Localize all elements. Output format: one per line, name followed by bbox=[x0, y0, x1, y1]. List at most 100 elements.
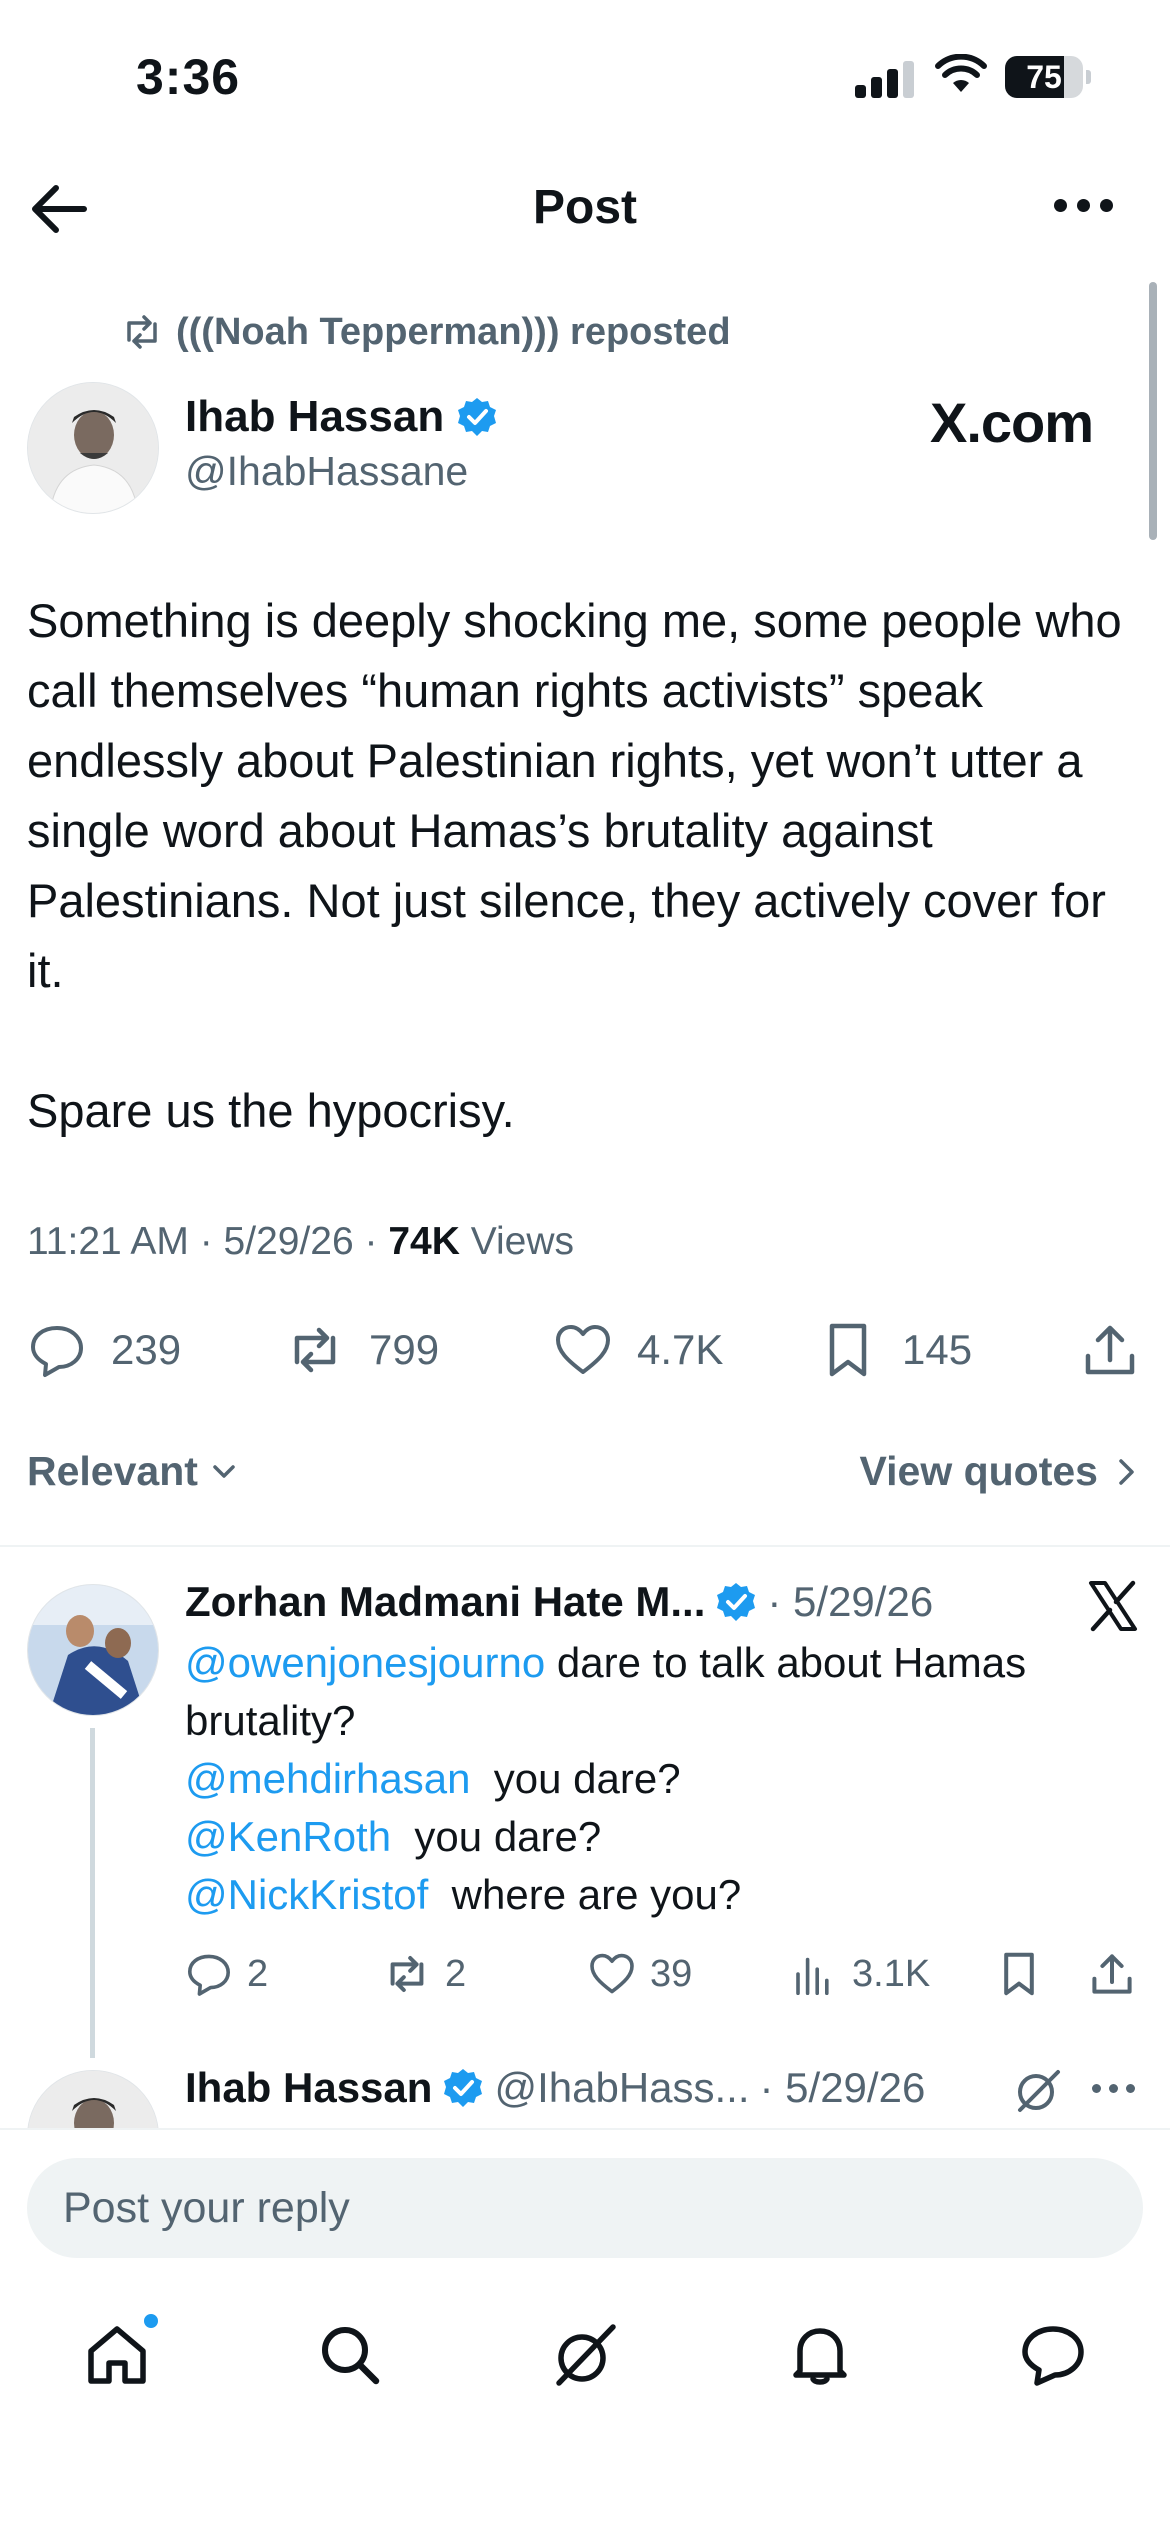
reply2-handle: @IhabHass... bbox=[494, 2064, 750, 2111]
search-icon bbox=[322, 2327, 380, 2385]
sort-label: Relevant bbox=[27, 1448, 198, 1494]
reply-author-avatar[interactable] bbox=[27, 1584, 159, 1716]
reply-button[interactable]: 239 bbox=[27, 1310, 181, 1390]
repost-button[interactable]: 799 bbox=[285, 1310, 439, 1390]
repost-icon bbox=[390, 1956, 424, 1992]
share-icon bbox=[1092, 1954, 1132, 1994]
verified-badge-icon bbox=[458, 398, 497, 436]
tab-notifications[interactable] bbox=[775, 2310, 865, 2400]
reply-views-count: 3.1K bbox=[852, 1952, 931, 1995]
sort-dropdown[interactable]: Relevant bbox=[27, 1448, 240, 1495]
top-nav-bar: Post bbox=[0, 150, 1170, 265]
repost-context-label: (((Noah Tepperman))) reposted bbox=[176, 310, 731, 353]
author-handle[interactable]: @IhabHassane bbox=[185, 448, 468, 495]
repost-count: 799 bbox=[369, 1326, 440, 1373]
mention-link[interactable]: @mehdirhasan bbox=[185, 1755, 470, 1802]
reply-repost-count: 2 bbox=[445, 1952, 467, 1995]
reply-views-button[interactable]: 3.1K bbox=[790, 1944, 930, 2004]
reply2-header[interactable]: Ihab Hassan @IhabHass... · 5/29/26 bbox=[185, 2064, 925, 2112]
bookmark-button[interactable]: 145 bbox=[818, 1310, 972, 1390]
tab-messages[interactable] bbox=[1008, 2310, 1098, 2400]
tab-grok[interactable] bbox=[540, 2310, 630, 2400]
reply-action-bar: 2 2 39 3.1K bbox=[0, 1944, 1170, 2004]
chat-icon bbox=[1022, 2326, 1084, 2386]
reply-line-text: you dare? bbox=[391, 1813, 602, 1860]
grok-icon bbox=[556, 2324, 616, 2386]
view-quotes-link[interactable]: View quotes bbox=[860, 1448, 1140, 1495]
verified-badge-icon bbox=[717, 1583, 756, 1621]
author-name-row[interactable]: Ihab Hassan bbox=[185, 392, 498, 442]
tab-search[interactable] bbox=[305, 2310, 395, 2400]
reply-date: · 5/29/26 bbox=[767, 1578, 934, 1625]
bookmark-icon bbox=[1004, 1952, 1034, 1996]
post-meta: 11:21 AM · 5/29/26 · 74K Views bbox=[27, 1220, 574, 1264]
avatar-image bbox=[28, 1585, 158, 1715]
reply-author-name[interactable]: Zorhan Madmani Hate M... bbox=[185, 1578, 705, 1626]
wifi-icon bbox=[935, 54, 987, 92]
reply-icon bbox=[188, 1954, 230, 1996]
reply-icon bbox=[31, 1326, 83, 1377]
like-button[interactable]: 4.7K bbox=[553, 1310, 723, 1390]
status-time: 3:36 bbox=[136, 49, 241, 105]
reply-count: 239 bbox=[111, 1326, 182, 1373]
status-bar: 3:36 75 bbox=[0, 0, 1170, 150]
reply-composer-input[interactable] bbox=[27, 2158, 1143, 2258]
home-icon bbox=[88, 2326, 146, 2384]
reply-line: @KenRoth you dare? bbox=[185, 1808, 1135, 1866]
reply-line: @NickKristof where are you? bbox=[185, 1866, 1135, 1924]
reply-line-text: you dare? bbox=[470, 1755, 681, 1802]
grok-icon[interactable] bbox=[1012, 2064, 1064, 2116]
reply-line: @owenjonesjourno dare to talk about Hama… bbox=[185, 1634, 1135, 1750]
reply-repost-button[interactable]: 2 bbox=[383, 1944, 466, 2004]
post-paragraph: Something is deeply shocking me, some pe… bbox=[27, 594, 1122, 997]
views-icon bbox=[796, 1957, 829, 1995]
repost-icon bbox=[127, 315, 157, 349]
more-options-icon[interactable] bbox=[1050, 194, 1118, 218]
chevron-right-icon bbox=[1119, 1458, 1134, 1485]
views-label: Views bbox=[459, 1220, 575, 1263]
repost-context[interactable]: (((Noah Tepperman))) reposted bbox=[120, 308, 731, 356]
divider bbox=[0, 1545, 1170, 1547]
reply2-date: · 5/29/26 bbox=[759, 2064, 926, 2111]
reply-bookmark-button[interactable] bbox=[995, 1944, 1043, 2004]
mention-link[interactable]: @KenRoth bbox=[185, 1813, 391, 1860]
post-timestamp: 11:21 AM · 5/29/26 · bbox=[27, 1220, 389, 1263]
reply-reply-button[interactable]: 2 bbox=[185, 1944, 268, 2004]
reply2-more-icon[interactable] bbox=[1090, 2082, 1140, 2096]
post-detail-screen: 3:36 75 Post (((Noah Tepperman))) repost… bbox=[0, 0, 1170, 2532]
author-name[interactable]: Ihab Hassan bbox=[185, 392, 444, 442]
page-title: Post bbox=[532, 181, 637, 234]
view-quotes-label: View quotes bbox=[859, 1448, 1098, 1494]
x-logo-icon bbox=[1089, 1580, 1137, 1632]
share-button[interactable] bbox=[1080, 1310, 1140, 1390]
post-action-bar: 239 799 4.7K 145 bbox=[0, 1310, 1170, 1390]
battery-icon: 75 bbox=[1005, 56, 1091, 98]
reply-share-button[interactable] bbox=[1088, 1944, 1136, 2004]
mention-link[interactable]: @owenjonesjourno bbox=[185, 1639, 545, 1686]
avatar-image bbox=[28, 383, 158, 513]
scrollbar[interactable] bbox=[1149, 282, 1157, 540]
reply-text: @owenjonesjourno dare to talk about Hama… bbox=[185, 1634, 1135, 1924]
heart-icon bbox=[590, 1953, 634, 1994]
bell-icon bbox=[793, 2328, 847, 2385]
like-count: 4.7K bbox=[637, 1326, 724, 1373]
reply-header[interactable]: Zorhan Madmani Hate M... · 5/29/26 bbox=[185, 1578, 933, 1626]
reply-like-count: 39 bbox=[650, 1952, 693, 1995]
chevron-down-icon bbox=[213, 1464, 235, 1478]
tab-home[interactable] bbox=[72, 2310, 162, 2400]
heart-icon bbox=[556, 1325, 610, 1374]
bookmark-icon bbox=[829, 1323, 867, 1377]
bookmark-count: 145 bbox=[902, 1326, 973, 1373]
reply-reply-count: 2 bbox=[247, 1952, 269, 1995]
reply-line-text: where are you? bbox=[428, 1871, 742, 1918]
cellular-signal-icon bbox=[855, 58, 917, 98]
home-notification-dot bbox=[142, 2312, 160, 2330]
post-paragraph: Spare us the hypocrisy. bbox=[27, 1084, 515, 1137]
views-count: 74K bbox=[388, 1220, 460, 1263]
verified-badge-icon bbox=[444, 2069, 483, 2107]
mention-link[interactable]: @NickKristof bbox=[185, 1871, 428, 1918]
share-icon bbox=[1085, 1325, 1135, 1375]
reply2-author-name[interactable]: Ihab Hassan bbox=[185, 2064, 432, 2112]
author-avatar[interactable] bbox=[27, 382, 159, 514]
reply-like-button[interactable]: 39 bbox=[588, 1944, 692, 2004]
